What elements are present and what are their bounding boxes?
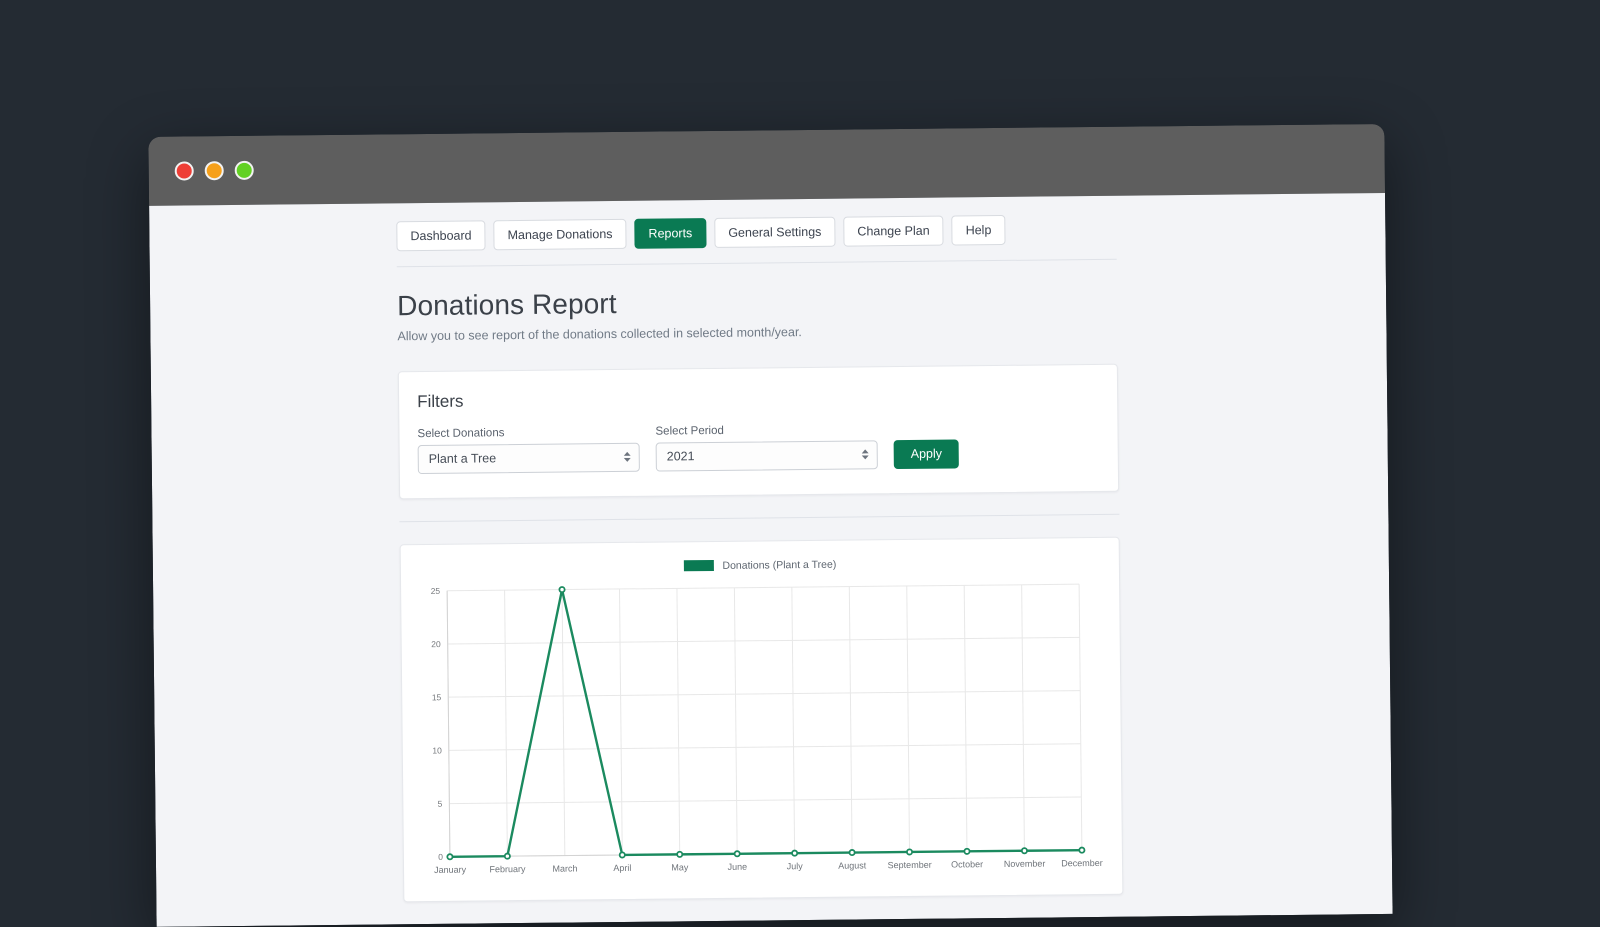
svg-text:October: October [951, 859, 983, 869]
chart-y-tick-labels: 0 5 10 15 20 25 [431, 586, 444, 862]
nav-tab-manage-donations[interactable]: Manage Donations [493, 219, 626, 251]
main-navigation: Dashboard Manage Donations Reports Gener… [396, 214, 1116, 268]
svg-text:10: 10 [432, 745, 442, 755]
svg-text:25: 25 [431, 586, 441, 596]
stepper-arrows-icon [862, 450, 869, 460]
select-donations-dropdown[interactable]: Plant a Tree [418, 443, 640, 474]
svg-text:20: 20 [431, 639, 441, 649]
svg-text:5: 5 [438, 799, 443, 809]
chart-data-points [445, 582, 1085, 860]
chart-axes [447, 584, 1082, 857]
svg-text:September: September [888, 860, 932, 870]
svg-text:0: 0 [438, 852, 443, 862]
maximize-window-button[interactable] [235, 161, 254, 180]
page-body: Dashboard Manage Donations Reports Gener… [149, 193, 1392, 927]
chart-series-line [447, 584, 1082, 857]
page-title: Donations Report [397, 282, 1117, 323]
chart-svg: 0510152025 JanuaryFebruaryMarchAprilMayJ… [415, 576, 1108, 889]
filters-row: Select Donations Plant a Tree Select Per… [417, 421, 1099, 474]
nav-tab-dashboard[interactable]: Dashboard [396, 220, 485, 251]
page-subtitle: Allow you to see report of the donations… [397, 322, 1117, 344]
section-divider [399, 514, 1119, 523]
select-period-field: Select Period 2021 [655, 423, 877, 471]
svg-text:July: July [787, 861, 804, 871]
chart-legend: Donations (Plant a Tree) [415, 552, 1105, 579]
filters-title: Filters [417, 385, 1099, 412]
select-period-label: Select Period [655, 423, 877, 437]
svg-text:December: December [1061, 858, 1103, 868]
svg-text:June: June [727, 862, 747, 872]
legend-label: Donations (Plant a Tree) [722, 559, 836, 572]
svg-text:April: April [613, 863, 631, 873]
close-window-button[interactable] [175, 161, 194, 180]
chart-gridlines [447, 584, 1082, 857]
content-container: Dashboard Manage Donations Reports Gener… [396, 196, 1123, 902]
stepper-arrows-icon [624, 452, 631, 462]
select-donations-field: Select Donations Plant a Tree [417, 426, 639, 474]
nav-tab-change-plan[interactable]: Change Plan [843, 216, 944, 247]
chart-card: Donations (Plant a Tree) 0 5 10 15 20 25 Janu… [400, 537, 1124, 903]
legend-color-swatch [683, 560, 713, 571]
apply-filters-button[interactable]: Apply [894, 439, 960, 469]
chart-x-tick-labels: January February March April May June July Augu… [434, 858, 1103, 875]
svg-text:15: 15 [432, 692, 442, 702]
select-period-dropdown[interactable]: 2021 [656, 440, 878, 471]
window-titlebar [148, 124, 1385, 206]
filters-card: Filters Select Donations Plant a Tree [398, 364, 1119, 500]
select-period-value: 2021 [667, 450, 695, 464]
nav-tab-general-settings[interactable]: General Settings [714, 217, 835, 249]
svg-text:February: February [489, 864, 526, 874]
donations-line-chart[interactable]: 0510152025 JanuaryFebruaryMarchAprilMayJ… [415, 576, 1108, 889]
svg-text:January: January [434, 865, 467, 875]
svg-text:August: August [838, 860, 867, 870]
nav-tab-reports[interactable]: Reports [634, 218, 706, 249]
svg-text:November: November [1004, 859, 1046, 869]
page-heading: Donations Report Allow you to see report… [397, 282, 1118, 343]
nav-tab-help[interactable]: Help [951, 215, 1005, 246]
svg-text:March: March [552, 863, 577, 873]
browser-window: Dashboard Manage Donations Reports Gener… [148, 124, 1392, 927]
select-donations-value: Plant a Tree [429, 452, 497, 467]
minimize-window-button[interactable] [205, 161, 224, 180]
svg-text:May: May [671, 862, 689, 872]
select-donations-label: Select Donations [417, 426, 639, 440]
